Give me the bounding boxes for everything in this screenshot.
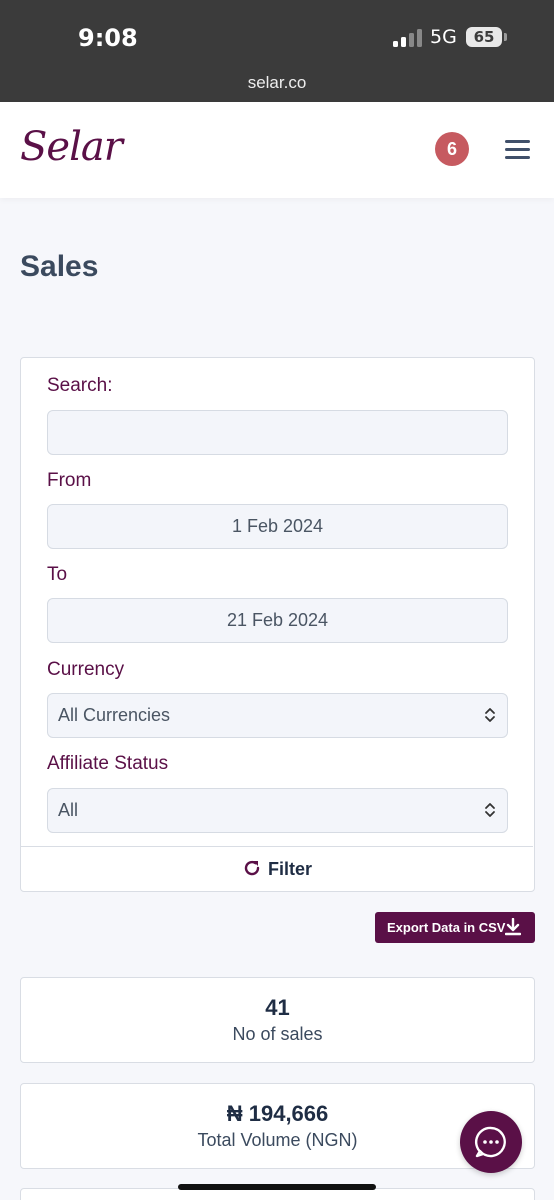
currency-select[interactable]: All Currencies xyxy=(47,693,508,738)
from-label: From xyxy=(47,470,92,491)
battery-icon: 65 xyxy=(466,27,507,47)
affiliate-status-label: Affiliate Status xyxy=(47,753,169,774)
status-time: 9:08 xyxy=(78,24,138,52)
chat-bubble-icon xyxy=(475,1126,506,1158)
export-csv-button[interactable]: Export Data in CSV xyxy=(375,912,535,943)
browser-url[interactable]: selar.co xyxy=(0,73,554,93)
page-title: Sales xyxy=(20,250,99,283)
affiliate-status-select[interactable]: All xyxy=(47,788,508,833)
chevron-updown-icon xyxy=(485,803,495,817)
filter-button[interactable]: Filter xyxy=(21,846,533,891)
currency-select-value: All Currencies xyxy=(58,705,171,725)
affiliate-select-value: All xyxy=(58,800,79,820)
selar-logo[interactable]: Selar xyxy=(20,124,123,170)
stat-value: 41 xyxy=(265,995,290,1020)
search-label: Search: xyxy=(47,375,113,396)
stat-card-sales: 41 No of sales xyxy=(20,977,535,1063)
download-icon xyxy=(505,918,521,936)
hamburger-menu-icon[interactable] xyxy=(505,140,530,160)
filter-card: Search: From 1 Feb 2024 To 21 Feb 2024 C… xyxy=(20,357,535,892)
to-label: To xyxy=(47,564,68,585)
status-bar: 9:08 5G 65 selar.co xyxy=(0,0,554,102)
search-input[interactable] xyxy=(47,410,508,455)
from-date-input[interactable]: 1 Feb 2024 xyxy=(47,504,508,549)
filter-button-label: Filter xyxy=(267,859,312,879)
app-header: Selar 6 xyxy=(0,102,554,198)
notification-badge[interactable]: 6 xyxy=(435,132,469,166)
stat-caption: No of sales xyxy=(232,1024,323,1044)
currency-label: Currency xyxy=(47,659,125,680)
export-csv-label: Export Data in CSV xyxy=(387,920,506,935)
refresh-icon xyxy=(244,860,260,876)
home-indicator xyxy=(178,1184,376,1190)
chat-button[interactable] xyxy=(460,1111,522,1173)
signal-icon xyxy=(393,29,423,47)
chevron-updown-icon xyxy=(485,708,495,722)
network-type: 5G xyxy=(430,26,457,48)
to-date-input[interactable]: 21 Feb 2024 xyxy=(47,598,508,643)
stat-card-volume: ₦ 194,666 Total Volume (NGN) xyxy=(20,1083,535,1169)
stat-caption: Total Volume (NGN) xyxy=(197,1130,358,1150)
stat-value: ₦ 194,666 xyxy=(226,1101,329,1126)
